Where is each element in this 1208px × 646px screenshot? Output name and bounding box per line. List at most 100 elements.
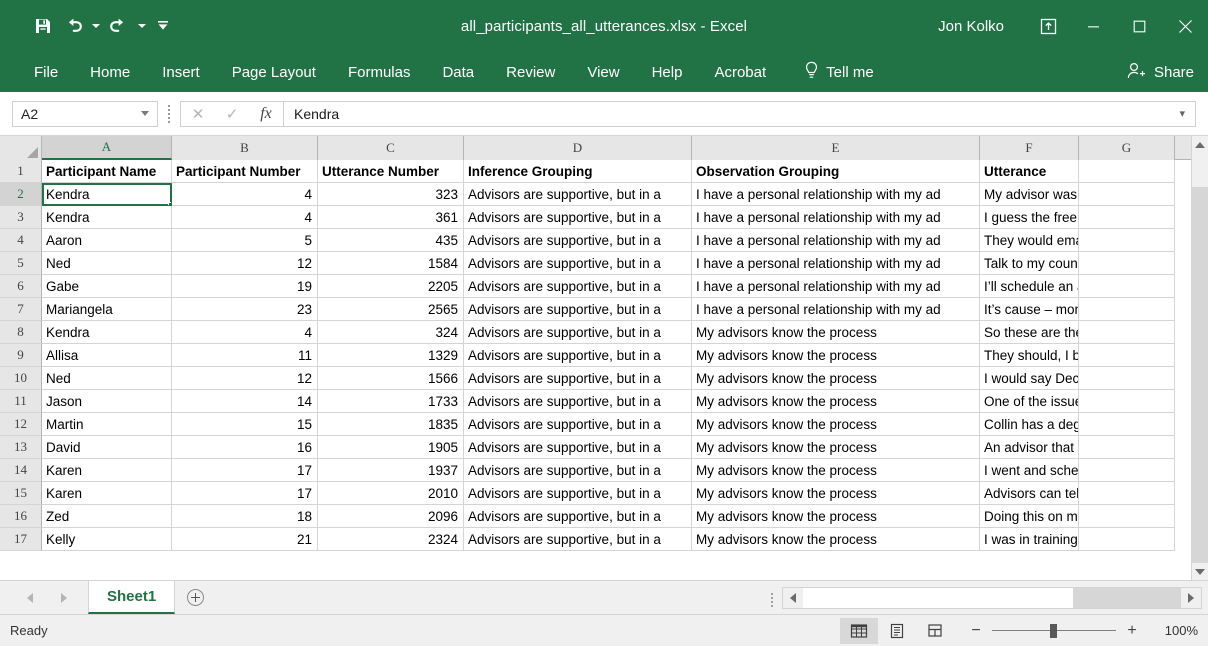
cell-c3[interactable]: 361 — [318, 206, 464, 229]
account-user-name[interactable]: Jon Kolko — [938, 18, 1004, 35]
tab-page-layout[interactable]: Page Layout — [216, 54, 332, 90]
zoom-slider[interactable] — [992, 623, 1116, 639]
cell-b4[interactable]: 5 — [172, 229, 318, 252]
cell-c2[interactable]: 323 — [318, 183, 464, 206]
zoom-level-label[interactable]: 100% — [1154, 623, 1198, 638]
column-header-d[interactable]: D — [464, 136, 692, 160]
row-header-7[interactable]: 7 — [0, 298, 42, 321]
cell-b14[interactable]: 17 — [172, 459, 318, 482]
tab-help[interactable]: Help — [636, 54, 699, 90]
insert-function-button[interactable]: fx — [249, 102, 283, 126]
cell-f3[interactable]: I guess the free application — [980, 206, 1079, 229]
cell-b7[interactable]: 23 — [172, 298, 318, 321]
cell-e1[interactable]: Observation Grouping — [692, 160, 980, 183]
cell-g11[interactable] — [1079, 390, 1175, 413]
select-all-button[interactable] — [0, 136, 42, 160]
normal-view-button[interactable] — [840, 617, 878, 644]
cell-e2[interactable]: I have a personal relationship with my a… — [692, 183, 980, 206]
scroll-right-button[interactable] — [1181, 588, 1201, 608]
cell-d11[interactable]: Advisors are supportive, but in a — [464, 390, 692, 413]
cell-e17[interactable]: My advisors know the process — [692, 528, 980, 551]
cell-g3[interactable] — [1079, 206, 1175, 229]
cell-a4[interactable]: Aaron — [42, 229, 172, 252]
tab-acrobat[interactable]: Acrobat — [698, 54, 782, 90]
cell-b16[interactable]: 18 — [172, 505, 318, 528]
cell-b8[interactable]: 4 — [172, 321, 318, 344]
scroll-up-button[interactable] — [1192, 136, 1208, 153]
cell-e7[interactable]: I have a personal relationship with my a… — [692, 298, 980, 321]
cell-d6[interactable]: Advisors are supportive, but in a — [464, 275, 692, 298]
column-header-g[interactable]: G — [1079, 136, 1175, 160]
row-header-2[interactable]: 2 — [0, 183, 42, 206]
column-header-e[interactable]: E — [692, 136, 980, 160]
cell-g2[interactable] — [1079, 183, 1175, 206]
cell-g16[interactable] — [1079, 505, 1175, 528]
name-box[interactable]: A2 — [12, 100, 158, 127]
cell-b11[interactable]: 14 — [172, 390, 318, 413]
cell-c5[interactable]: 1584 — [318, 252, 464, 275]
share-button[interactable]: Share — [1126, 61, 1194, 84]
cell-e13[interactable]: My advisors know the process — [692, 436, 980, 459]
row-header-3[interactable]: 3 — [0, 206, 42, 229]
cell-d15[interactable]: Advisors are supportive, but in a — [464, 482, 692, 505]
confirm-entry-button[interactable]: ✓ — [215, 102, 249, 126]
row-header-15[interactable]: 15 — [0, 482, 42, 505]
cell-a2[interactable]: Kendra — [42, 183, 172, 206]
cell-b5[interactable]: 12 — [172, 252, 318, 275]
cell-c12[interactable]: 1835 — [318, 413, 464, 436]
formula-input[interactable]: Kendra ▾ — [283, 100, 1196, 127]
cell-g1[interactable] — [1079, 160, 1175, 183]
cell-g10[interactable] — [1079, 367, 1175, 390]
cell-b3[interactable]: 4 — [172, 206, 318, 229]
cell-a16[interactable]: Zed — [42, 505, 172, 528]
cell-d1[interactable]: Inference Grouping — [464, 160, 692, 183]
cell-d4[interactable]: Advisors are supportive, but in a — [464, 229, 692, 252]
minimize-button[interactable] — [1070, 0, 1116, 52]
column-header-c[interactable]: C — [318, 136, 464, 160]
cell-d17[interactable]: Advisors are supportive, but in a — [464, 528, 692, 551]
cell-e11[interactable]: My advisors know the process — [692, 390, 980, 413]
cell-f13[interactable]: An advisor that is really kno — [980, 436, 1079, 459]
cell-c4[interactable]: 435 — [318, 229, 464, 252]
cell-f15[interactable]: Advisors can tell you when — [980, 482, 1079, 505]
cell-a5[interactable]: Ned — [42, 252, 172, 275]
horizontal-scrollbar[interactable] — [782, 587, 1202, 609]
save-button[interactable] — [28, 11, 58, 41]
row-header-6[interactable]: 6 — [0, 275, 42, 298]
cell-b12[interactable]: 15 — [172, 413, 318, 436]
vertical-scrollbar[interactable] — [1191, 136, 1208, 580]
cell-a6[interactable]: Gabe — [42, 275, 172, 298]
cell-e16[interactable]: My advisors know the process — [692, 505, 980, 528]
cell-g15[interactable] — [1079, 482, 1175, 505]
add-sheet-button[interactable] — [175, 581, 215, 614]
cell-c13[interactable]: 1905 — [318, 436, 464, 459]
maximize-button[interactable] — [1116, 0, 1162, 52]
cell-d7[interactable]: Advisors are supportive, but in a — [464, 298, 692, 321]
horizontal-scroll-track[interactable] — [803, 588, 1181, 608]
cell-d10[interactable]: Advisors are supportive, but in a — [464, 367, 692, 390]
tab-data[interactable]: Data — [426, 54, 490, 90]
cell-c6[interactable]: 2205 — [318, 275, 464, 298]
close-button[interactable] — [1162, 0, 1208, 52]
cell-a10[interactable]: Ned — [42, 367, 172, 390]
scroll-down-button[interactable] — [1192, 563, 1208, 580]
column-header-f[interactable]: F — [980, 136, 1079, 160]
cell-e3[interactable]: I have a personal relationship with my a… — [692, 206, 980, 229]
cell-f11[interactable]: One of the issues I had at Ea — [980, 390, 1079, 413]
cell-d14[interactable]: Advisors are supportive, but in a — [464, 459, 692, 482]
cell-c11[interactable]: 1733 — [318, 390, 464, 413]
cell-g6[interactable] — [1079, 275, 1175, 298]
fill-handle[interactable] — [168, 202, 171, 205]
cell-d5[interactable]: Advisors are supportive, but in a — [464, 252, 692, 275]
row-header-10[interactable]: 10 — [0, 367, 42, 390]
horizontal-split-grip[interactable] — [762, 581, 782, 614]
cell-f17[interactable]: I was in training for 3 montl — [980, 528, 1079, 551]
cell-f14[interactable]: I went and scheduled an ap — [980, 459, 1079, 482]
tab-view[interactable]: View — [571, 54, 635, 90]
cell-f9[interactable]: They should, I believe they s — [980, 344, 1079, 367]
cell-a8[interactable]: Kendra — [42, 321, 172, 344]
cell-g13[interactable] — [1079, 436, 1175, 459]
cell-a12[interactable]: Martin — [42, 413, 172, 436]
cell-a1[interactable]: Participant Name — [42, 160, 172, 183]
redo-dropdown-chevron-down-icon[interactable] — [134, 11, 150, 41]
